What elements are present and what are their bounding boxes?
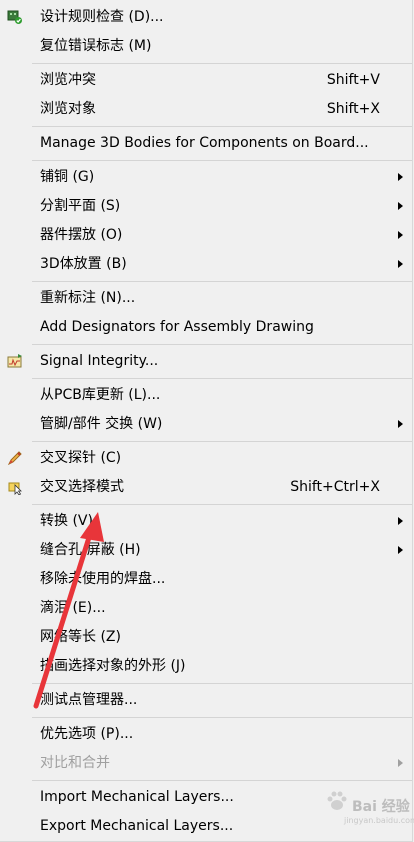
shortcut-text: Shift+X	[326, 101, 380, 117]
menu-separator	[32, 160, 412, 161]
menu-item-compare-and-merge: 对比和合并	[0, 749, 412, 777]
menu-item-browse-objects[interactable]: 浏览对象 Shift+X	[0, 95, 412, 123]
menu-item-convert[interactable]: 转换 (V)	[0, 507, 412, 535]
menu-item-outline-selected-objects[interactable]: 描画选择对象的外形 (J)	[0, 652, 412, 680]
design-rule-check-icon	[7, 9, 23, 25]
tools-context-menu: 设计规则检查 (D)... 复位错误标志 (M) 浏览冲突 Shift+V 浏览…	[0, 0, 413, 842]
menu-item-teardrops[interactable]: 滴泪 (E)...	[0, 594, 412, 622]
menu-item-via-stitching-shielding[interactable]: 缝合孔/屏蔽 (H)	[0, 536, 412, 564]
menu-item-split-planes[interactable]: 分割平面 (S)	[0, 192, 412, 220]
signal-integrity-icon	[7, 353, 23, 369]
submenu-arrow-icon	[398, 260, 403, 268]
menu-item-remove-unused-pads[interactable]: 移除未使用的焊盘...	[0, 565, 412, 593]
menu-item-equalize-net-lengths[interactable]: 网络等长 (Z)	[0, 623, 412, 651]
menu-item-3d-body-placement[interactable]: 3D体放置 (B)	[0, 250, 412, 278]
submenu-arrow-icon	[398, 173, 403, 181]
menu-item-browse-violations[interactable]: 浏览冲突 Shift+V	[0, 66, 412, 94]
menu-separator	[32, 504, 412, 505]
menu-separator	[32, 344, 412, 345]
baidu-paw-icon	[327, 791, 347, 810]
menu-item-manage-3d-bodies[interactable]: Manage 3D Bodies for Components on Board…	[0, 129, 412, 157]
submenu-arrow-icon	[398, 759, 403, 767]
menu-item-signal-integrity[interactable]: Signal Integrity...	[0, 347, 412, 375]
menu-separator	[32, 717, 412, 718]
submenu-arrow-icon	[398, 420, 403, 428]
shortcut-text: Shift+V	[326, 72, 380, 88]
cross-select-icon	[7, 479, 23, 496]
menu-item-component-placement[interactable]: 器件摆放 (O)	[0, 221, 412, 249]
menu-separator	[32, 378, 412, 379]
submenu-arrow-icon	[398, 517, 403, 525]
menu-separator	[32, 683, 412, 684]
menu-item-cross-probe[interactable]: 交叉探针 (C)	[0, 444, 412, 472]
menu-item-add-designators[interactable]: Add Designators for Assembly Drawing	[0, 313, 412, 341]
menu-separator	[32, 63, 412, 64]
menu-item-update-from-pcb-library[interactable]: 从PCB库更新 (L)...	[0, 381, 412, 409]
submenu-arrow-icon	[398, 231, 403, 239]
menu-separator	[32, 780, 412, 781]
submenu-arrow-icon	[398, 546, 403, 554]
menu-item-testpoint-manager[interactable]: 测试点管理器...	[0, 686, 412, 714]
menu-item-preferences[interactable]: 优先选项 (P)...	[0, 720, 412, 748]
menu-item-reset-error-markers[interactable]: 复位错误标志 (M)	[0, 32, 412, 60]
baidu-jingyan-watermark: Bai 经验 jingyan.baidu.com	[300, 788, 414, 832]
menu-item-design-rule-check[interactable]: 设计规则检查 (D)...	[0, 3, 412, 31]
menu-separator	[32, 441, 412, 442]
menu-item-re-annotate[interactable]: 重新标注 (N)...	[0, 284, 412, 312]
shortcut-text: Shift+Ctrl+X	[290, 479, 380, 495]
menu-separator	[32, 126, 412, 127]
cross-probe-icon	[7, 450, 23, 466]
submenu-arrow-icon	[398, 202, 403, 210]
menu-item-polygon-pour[interactable]: 铺铜 (G)	[0, 163, 412, 191]
menu-item-pin-part-swapping[interactable]: 管脚/部件 交换 (W)	[0, 410, 412, 438]
menu-item-cross-select-mode[interactable]: 交叉选择模式 Shift+Ctrl+X	[0, 473, 412, 501]
menu-separator	[32, 281, 412, 282]
